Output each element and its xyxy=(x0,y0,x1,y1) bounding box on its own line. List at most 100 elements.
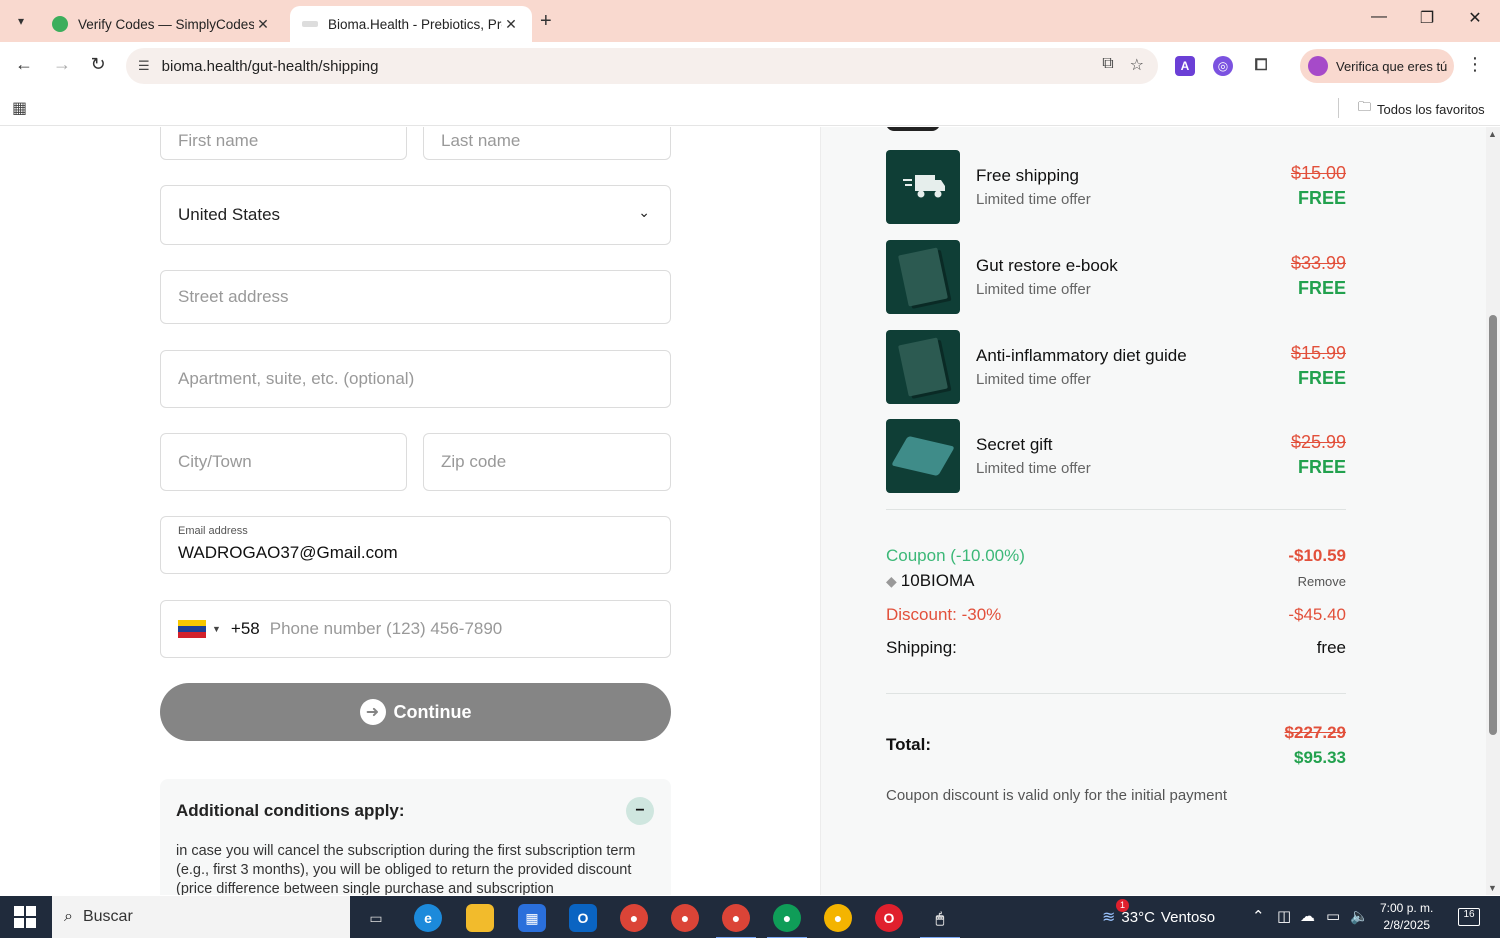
volume-icon[interactable]: 🔈 xyxy=(1350,907,1369,925)
coupon-label: Coupon (-10.00%) xyxy=(886,546,1025,565)
discount-amount: -$45.40 xyxy=(1288,605,1346,624)
tab-title: Verify Codes — SimplyCodes xyxy=(78,16,254,32)
weather-alert-badge: 1 xyxy=(1116,899,1129,912)
chrome-icon[interactable]: ● xyxy=(767,904,807,938)
windows-start-icon[interactable] xyxy=(14,906,36,928)
onedrive-icon[interactable]: ☁ xyxy=(1300,907,1315,925)
page-scrollbar[interactable]: ▲ ▼ xyxy=(1486,127,1500,895)
conditions-title: Additional conditions apply: xyxy=(176,801,405,820)
email-field[interactable]: Email address WADROGAO37@Gmail.com xyxy=(160,516,671,574)
weather-widget[interactable]: ≋ 1 33°C Ventoso xyxy=(1102,899,1215,927)
weather-temp: 33°C xyxy=(1121,908,1155,926)
bookmarks-bar: ▦ 🗀 Todos los favoritos xyxy=(0,90,1500,126)
summary-divider xyxy=(886,693,1346,694)
bookmark-star-icon[interactable]: ☆ xyxy=(1130,55,1144,75)
collapse-minus-icon[interactable]: − xyxy=(626,797,654,825)
opera-icon[interactable]: O xyxy=(875,904,903,932)
notifications-count: 16 xyxy=(1463,909,1475,920)
total-new-price: $95.33 xyxy=(1294,748,1346,767)
store-icon[interactable]: ▦ xyxy=(518,904,546,932)
item-subtitle: Limited time offer xyxy=(976,460,1091,477)
folder-icon: 🗀 xyxy=(1358,99,1372,114)
back-icon[interactable]: ← xyxy=(12,54,36,75)
item-price: FREE xyxy=(1297,188,1346,208)
phone-field[interactable]: ▼ +58 Phone number (123) 456-7890 xyxy=(160,600,671,658)
show-hidden-icons-icon[interactable]: ⌃ xyxy=(1252,907,1265,925)
last-name-input[interactable]: Last name xyxy=(423,127,671,160)
site-info-icon[interactable]: ☰ xyxy=(138,58,150,74)
zip-code-input[interactable]: Zip code xyxy=(423,433,671,491)
extension-swirl-icon[interactable]: ◎ xyxy=(1213,56,1233,76)
item-name: Gut restore e-book xyxy=(976,256,1118,275)
extension-a-icon[interactable]: A xyxy=(1175,56,1195,76)
item-subtitle: Limited time offer xyxy=(976,371,1091,388)
street-placeholder: Street address xyxy=(178,287,289,306)
profile-label: Verifica que eres tú xyxy=(1336,58,1448,74)
tab-search-chevron-icon[interactable]: ▾ xyxy=(8,9,34,33)
mouse-app-icon[interactable]: 🖱 xyxy=(920,904,960,938)
search-icon: ⌕ xyxy=(64,908,73,925)
all-bookmarks-folder[interactable]: 🗀 Todos los favoritos xyxy=(1358,98,1485,120)
translate-icon[interactable]: ⧉ xyxy=(1102,55,1113,75)
apps-grid-icon[interactable]: ▦ xyxy=(12,98,27,118)
browser-menu-icon[interactable]: ⋮ xyxy=(1466,54,1484,75)
edge-icon[interactable]: e xyxy=(414,904,442,932)
item-name: Free shipping xyxy=(976,166,1080,185)
minimize-icon[interactable]: — xyxy=(1356,8,1402,26)
network-icon[interactable]: ▭ xyxy=(1326,907,1340,925)
reload-icon[interactable]: ↻ xyxy=(86,54,110,75)
outlook-icon[interactable]: O xyxy=(569,904,597,932)
taskbar-search[interactable]: ⌕ Buscar xyxy=(52,896,350,938)
meet-now-icon[interactable]: ◫ xyxy=(1277,907,1291,925)
forward-icon[interactable]: → xyxy=(50,54,74,75)
chrome-icon[interactable]: ● xyxy=(824,904,852,932)
file-explorer-icon[interactable] xyxy=(466,904,494,932)
url-text[interactable]: bioma.health/gut-health/shipping xyxy=(162,58,379,75)
venezuela-flag-icon[interactable] xyxy=(178,620,206,638)
address-bar[interactable]: ☰ bioma.health/gut-health/shipping ⧉ ☆ xyxy=(126,48,1158,84)
window-close-icon[interactable]: ✕ xyxy=(1452,8,1498,28)
scroll-up-icon[interactable]: ▲ xyxy=(1488,129,1497,139)
first-name-input[interactable]: First name xyxy=(160,127,407,160)
summary-item: Secret gift Limited time offer $25.99 FR… xyxy=(886,419,1346,493)
summary-item: Anti-inflammatory diet guide Limited tim… xyxy=(886,330,1346,404)
scrollbar-thumb[interactable] xyxy=(1489,315,1497,735)
chrome-icon[interactable]: ● xyxy=(716,904,756,938)
tab-bioma[interactable]: Bioma.Health - Prebiotics, Prob ✕ xyxy=(290,6,532,42)
shipping-value: free xyxy=(1316,638,1346,657)
item-name: Anti-inflammatory diet guide xyxy=(976,346,1187,365)
tab-verify-codes[interactable]: Verify Codes — SimplyCodes ✕ xyxy=(40,6,284,42)
system-clock[interactable]: 7:00 p. m. 2/8/2025 xyxy=(1380,900,1433,934)
remove-coupon-link[interactable]: Remove xyxy=(1298,574,1346,589)
last-name-placeholder: Last name xyxy=(441,130,521,150)
profile-button[interactable]: Verifica que eres tú xyxy=(1300,49,1454,83)
restore-icon[interactable]: ❐ xyxy=(1404,8,1450,28)
zip-placeholder: Zip code xyxy=(441,452,507,471)
first-name-placeholder: First name xyxy=(178,130,259,150)
country-value: United States xyxy=(178,205,281,224)
street-address-input[interactable]: Street address xyxy=(160,270,671,324)
city-placeholder: City/Town xyxy=(178,452,252,471)
scroll-down-icon[interactable]: ▼ xyxy=(1488,883,1497,893)
continue-button[interactable]: ➜ Continue xyxy=(160,683,671,741)
coupon-amount: -$10.59 xyxy=(1288,546,1346,565)
chrome-icon[interactable]: ● xyxy=(620,904,648,932)
notifications-icon[interactable]: 16 xyxy=(1458,908,1480,926)
taskbar: ⌕ Buscar ▭ e ▦ O ● ● ● ● ● O 🖱 ≋ 1 33°C … xyxy=(0,896,1500,938)
close-tab-icon[interactable]: ✕ xyxy=(254,16,272,33)
extensions-puzzle-icon[interactable]: ⧠ xyxy=(1251,56,1271,76)
conditions-text: in case you will cancel the subscription… xyxy=(176,843,636,895)
chrome-icon[interactable]: ● xyxy=(671,904,699,932)
item-price: FREE xyxy=(1297,278,1346,298)
taskbar-search-label: Buscar xyxy=(82,908,133,925)
task-view-icon[interactable]: ▭ xyxy=(362,904,390,932)
close-tab-icon[interactable]: ✕ xyxy=(502,16,520,33)
country-code-chevron-icon[interactable]: ▼ xyxy=(212,624,221,634)
arrow-right-icon: ➜ xyxy=(359,699,386,725)
new-tab-icon[interactable]: + xyxy=(540,10,552,33)
summary-item: Free shipping Limited time offer $15.00 … xyxy=(886,150,1346,224)
total-row: Total: $227.29 $95.33 xyxy=(886,723,1346,773)
country-select[interactable]: United States ⌄ xyxy=(160,185,671,245)
city-input[interactable]: City/Town xyxy=(160,433,407,491)
apartment-input[interactable]: Apartment, suite, etc. (optional) xyxy=(160,350,671,408)
